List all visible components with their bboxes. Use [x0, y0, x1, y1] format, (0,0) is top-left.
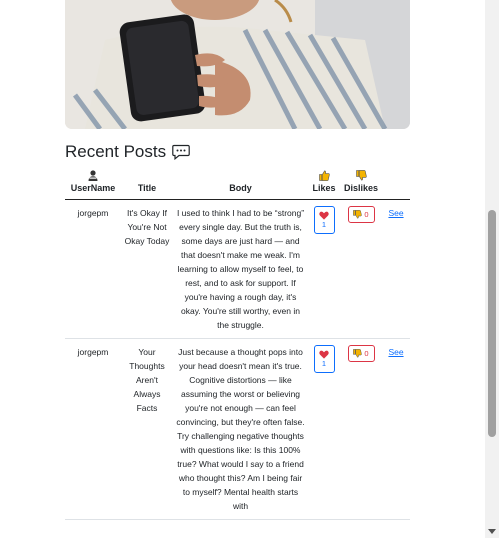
- cell-title: Your Thoughts Aren't Always Facts: [121, 338, 173, 520]
- scroll-down-arrow-icon[interactable]: [488, 529, 496, 534]
- cell-actions: See: [382, 199, 410, 339]
- see-post-link[interactable]: See: [388, 347, 403, 357]
- cell-dislikes: 0: [340, 338, 382, 520]
- hero-photo: [65, 0, 410, 129]
- dislike-count: 0: [364, 209, 369, 219]
- like-count: 1: [321, 220, 327, 229]
- user-icon: [88, 170, 98, 181]
- section-title: Recent Posts: [65, 142, 190, 162]
- cell-likes: 1: [308, 338, 340, 520]
- heart-icon: [319, 350, 329, 359]
- recent-posts-title: Recent Posts: [65, 142, 167, 161]
- header-likes-label: Likes: [312, 183, 336, 193]
- table-row: jorgepm Your Thoughts Aren't Always Fact…: [65, 338, 410, 520]
- header-actions: [382, 168, 410, 200]
- scrollbar[interactable]: [485, 0, 499, 538]
- cell-actions: See: [382, 338, 410, 520]
- header-title: Title: [121, 168, 173, 200]
- cell-body: I used to think I had to be “strong” eve…: [173, 199, 308, 339]
- scrollbar-thumb[interactable]: [488, 210, 496, 437]
- cell-dislikes: 0: [340, 199, 382, 339]
- thumbs-down-icon: [355, 170, 367, 181]
- thumbs-up-icon: [318, 170, 330, 181]
- dislike-count: 0: [364, 348, 369, 358]
- cell-title: It's Okay If You're Not Okay Today: [121, 199, 173, 339]
- cell-username: jorgepm: [65, 338, 121, 520]
- chat-dots-icon: [172, 144, 190, 160]
- table-row: jorgepm It's Okay If You're Not Okay Tod…: [65, 199, 410, 339]
- header-body-label: Body: [229, 183, 252, 193]
- see-post-link[interactable]: See: [388, 208, 403, 218]
- header-username: UserName: [65, 168, 121, 200]
- header-username-label: UserName: [70, 183, 116, 193]
- thumbs-down-icon: [353, 349, 363, 358]
- cell-likes: 1: [308, 199, 340, 339]
- table-header-row: UserName Title Body Likes Dislikes: [65, 168, 410, 200]
- header-dislikes: Dislikes: [340, 168, 382, 200]
- thumbs-down-icon: [353, 210, 363, 219]
- header-title-label: Title: [137, 183, 157, 193]
- header-dislikes-label: Dislikes: [343, 183, 379, 193]
- heart-icon: [319, 211, 329, 220]
- posts-table: UserName Title Body Likes Dislikes jorge…: [65, 168, 410, 520]
- dislike-button[interactable]: 0: [347, 206, 375, 223]
- like-button[interactable]: 1: [313, 206, 335, 234]
- hero-image: [65, 0, 410, 129]
- header-likes: Likes: [308, 168, 340, 200]
- dislike-button[interactable]: 0: [347, 345, 375, 362]
- like-count: 1: [321, 359, 327, 368]
- cell-body: Just because a thought pops into your he…: [173, 338, 308, 520]
- like-button[interactable]: 1: [313, 345, 335, 373]
- header-body: Body: [173, 168, 308, 200]
- cell-username: jorgepm: [65, 199, 121, 339]
